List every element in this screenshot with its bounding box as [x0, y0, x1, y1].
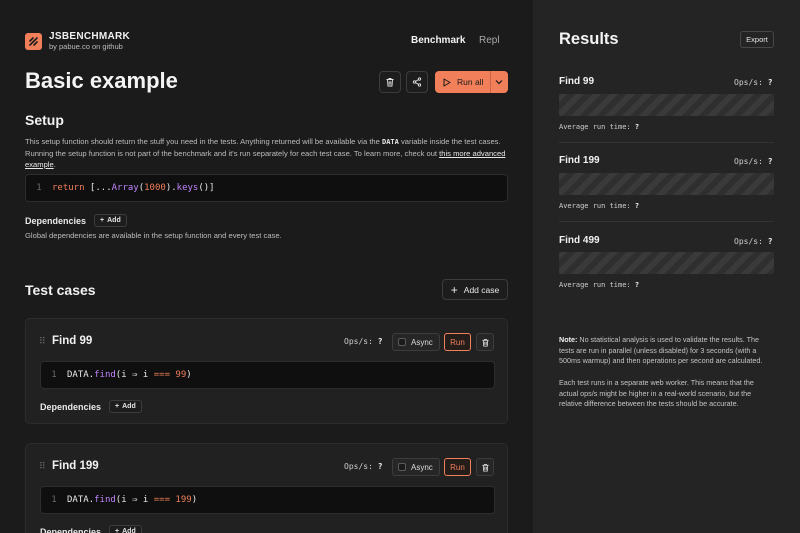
test-dependencies: Dependencies + Add — [40, 400, 142, 413]
test-code-editor[interactable]: 1 DATA.find(i ⇒ i === 99) — [40, 361, 495, 389]
plus-icon: + — [450, 282, 458, 297]
trash-icon — [386, 78, 394, 87]
data-keyword: DATA — [381, 138, 399, 146]
run-test-button[interactable]: Run — [444, 458, 471, 476]
brand-tagline: by pabue.co on github — [49, 42, 123, 51]
result-ops: Ops/s: ? — [734, 237, 773, 246]
result-bar — [559, 173, 774, 195]
drag-handle-icon[interactable]: ⠿ — [39, 461, 46, 472]
test-dependencies: Dependencies + Add — [40, 525, 142, 533]
add-case-button[interactable]: + Add case — [442, 279, 508, 300]
setup-dependencies: Dependencies + Add — [25, 214, 127, 227]
test-cases-heading: Test cases — [25, 282, 96, 298]
plus-icon: + — [115, 403, 120, 410]
result-avg: Average run time: ? — [559, 123, 640, 131]
result-avg: Average run time: ? — [559, 202, 640, 210]
delete-test-button[interactable] — [476, 458, 494, 476]
test-case-ops: Ops/s: ? — [344, 462, 383, 471]
result-avg: Average run time: ? — [559, 281, 640, 289]
trash-icon — [481, 338, 489, 347]
results-note-workers: Each test runs in a separate web worker.… — [559, 378, 754, 408]
results-title: Results — [559, 30, 619, 48]
checkbox[interactable] — [398, 463, 406, 471]
run-all-label: Run all — [457, 77, 484, 87]
page-title[interactable]: Basic example — [25, 68, 178, 94]
results-note: Note: No statistical analysis is used to… — [559, 335, 763, 365]
run-all-divider — [490, 71, 491, 93]
editor-pane: JSBENCHMARK by pabue.co on github Benchm… — [0, 0, 533, 533]
play-icon — [443, 78, 451, 86]
add-setup-dependency-button[interactable]: + Add — [94, 214, 127, 227]
chevron-down-icon — [495, 80, 503, 85]
run-test-button[interactable]: Run — [444, 333, 471, 351]
delete-benchmark-button[interactable] — [379, 71, 401, 93]
test-case-name[interactable]: Find 99 — [52, 335, 92, 347]
trash-icon — [481, 463, 489, 472]
test-code-editor[interactable]: 1 DATA.find(i ⇒ i === 199) — [40, 486, 495, 514]
result-name: Find 99 — [559, 76, 595, 87]
divider — [559, 221, 774, 222]
test-case-card: ⠿ Find 199 Ops/s: ? Async Run 1 DATA.fin… — [25, 443, 508, 533]
brand-name: JSBENCHMARK — [49, 31, 131, 42]
share-icon — [412, 77, 422, 87]
result-name: Find 199 — [559, 155, 600, 166]
export-button[interactable]: Export — [740, 31, 774, 48]
test-case-card: ⠿ Find 99 Ops/s: ? Async Run 1 DATA.find… — [25, 318, 508, 424]
async-toggle[interactable]: Async — [392, 333, 440, 351]
plus-icon: + — [115, 528, 120, 533]
nav-repl[interactable]: Repl — [479, 35, 500, 46]
checkbox[interactable] — [398, 338, 406, 346]
run-all-button[interactable]: Run all — [435, 71, 508, 93]
dependencies-label: Dependencies — [25, 215, 87, 226]
plus-icon: + — [100, 217, 105, 224]
result-name: Find 499 — [559, 235, 600, 246]
result-bar — [559, 94, 774, 116]
result-ops: Ops/s: ? — [734, 157, 773, 166]
setup-code-editor[interactable]: 1 return [...Array(1000).keys()] — [25, 174, 508, 202]
add-test-dependency-button[interactable]: + Add — [109, 400, 142, 413]
add-test-dependency-button[interactable]: + Add — [109, 525, 142, 533]
setup-heading: Setup — [25, 112, 64, 128]
result-bar — [559, 252, 774, 274]
share-button[interactable] — [406, 71, 428, 93]
brand-logo[interactable]: JSBENCHMARK by pabue.co on github — [25, 31, 130, 52]
logo-icon — [25, 33, 42, 50]
setup-description: This setup function should return the st… — [25, 137, 506, 169]
drag-handle-icon[interactable]: ⠿ — [39, 336, 46, 347]
test-case-ops: Ops/s: ? — [344, 337, 383, 346]
delete-test-button[interactable] — [476, 333, 494, 351]
async-toggle[interactable]: Async — [392, 458, 440, 476]
divider — [559, 142, 774, 143]
run-all-dropdown[interactable] — [493, 75, 505, 91]
test-case-name[interactable]: Find 199 — [52, 460, 99, 472]
global-dependencies-note: Global dependencies are available in the… — [25, 231, 282, 240]
result-ops: Ops/s: ? — [734, 78, 773, 87]
nav-benchmark[interactable]: Benchmark — [411, 35, 465, 46]
